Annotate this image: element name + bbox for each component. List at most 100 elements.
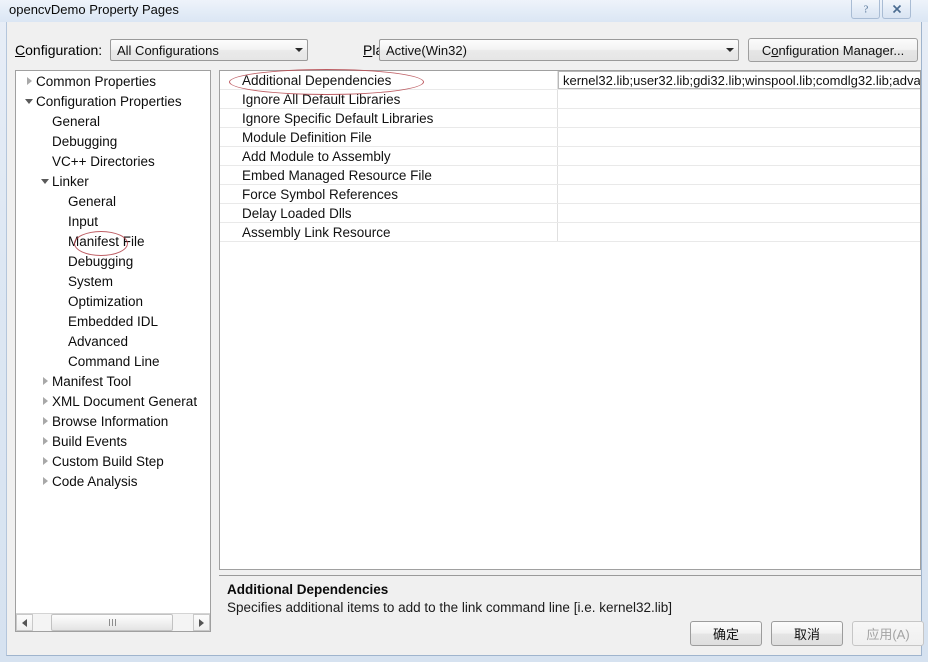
platform-combobox[interactable]: Active(Win32) xyxy=(379,39,739,61)
tree-item-label: Debugging xyxy=(68,253,134,269)
property-value[interactable] xyxy=(558,223,920,241)
tree-item-code-analysis[interactable]: Code Analysis xyxy=(16,471,210,491)
tree-item-label: Manifest File xyxy=(68,233,145,249)
property-value[interactable] xyxy=(558,109,920,127)
property-name[interactable]: Add Module to Assembly xyxy=(220,147,558,165)
tree-item-label: Optimization xyxy=(68,293,144,309)
tree-item-debugging[interactable]: Debugging xyxy=(16,131,210,151)
tree-item-label: Manifest Tool xyxy=(52,373,132,389)
grid-row[interactable]: Force Symbol References xyxy=(220,185,920,204)
chevron-right-icon[interactable] xyxy=(38,457,52,465)
property-name[interactable]: Module Definition File xyxy=(220,128,558,146)
tree-item-label: Custom Build Step xyxy=(52,453,164,469)
grid-row[interactable]: Assembly Link Resource xyxy=(220,223,920,242)
tree-item-general[interactable]: General xyxy=(16,111,210,131)
tree-item-optimization[interactable]: Optimization xyxy=(16,291,210,311)
property-name[interactable]: Assembly Link Resource xyxy=(220,223,558,241)
configuration-bar: Configuration: All Configurations Platfo… xyxy=(7,22,921,70)
tree-item-advanced[interactable]: Advanced xyxy=(16,331,210,351)
tree-item-configuration-properties[interactable]: Configuration Properties xyxy=(16,91,210,111)
cancel-button[interactable]: 取消 xyxy=(771,621,843,646)
property-value[interactable] xyxy=(558,204,920,222)
ok-button[interactable]: 确定 xyxy=(690,621,762,646)
property-name[interactable]: Additional Dependencies xyxy=(220,71,558,89)
question-mark-icon: ? xyxy=(863,5,868,16)
tree-item-label: Configuration Properties xyxy=(36,93,182,109)
configuration-combobox[interactable]: All Configurations xyxy=(110,39,308,61)
configuration-manager-button[interactable]: Configuration Manager... xyxy=(748,38,918,62)
chevron-right-icon[interactable] xyxy=(38,417,52,425)
tree-item-manifest-tool[interactable]: Manifest Tool xyxy=(16,371,210,391)
tree-item-label: VC++ Directories xyxy=(52,153,155,169)
tree-item-label: Common Properties xyxy=(36,73,157,89)
tree-item-label: Browse Information xyxy=(52,413,169,429)
property-value[interactable] xyxy=(558,147,920,165)
property-name[interactable]: Embed Managed Resource File xyxy=(220,166,558,184)
tree-item-debugging[interactable]: Debugging xyxy=(16,251,210,271)
description-title: Additional Dependencies xyxy=(227,582,389,597)
grid-row[interactable]: Ignore All Default Libraries xyxy=(220,90,920,109)
dialog-client-area: Configuration: All Configurations Platfo… xyxy=(6,22,924,656)
property-value[interactable] xyxy=(558,90,920,108)
tree-item-input[interactable]: Input xyxy=(16,211,210,231)
property-pages-dialog: opencvDemo Property Pages ? Configuratio… xyxy=(0,0,928,662)
configuration-manager-label: Configuration Manager... xyxy=(761,42,905,58)
help-button[interactable]: ? xyxy=(851,0,880,19)
grid-row[interactable]: Embed Managed Resource File xyxy=(220,166,920,185)
tree-item-label: System xyxy=(68,273,114,289)
property-value[interactable] xyxy=(558,128,920,146)
grid-row[interactable]: Module Definition File xyxy=(220,128,920,147)
properties-tree[interactable]: Common Properties Configuration Propertie… xyxy=(16,71,210,613)
chevron-down-icon[interactable] xyxy=(721,48,738,52)
tree-item-vc-directories[interactable]: VC++ Directories xyxy=(16,151,210,171)
tree-item-linker[interactable]: Linker xyxy=(16,171,210,191)
tree-item-general[interactable]: General xyxy=(16,191,210,211)
tree-item-common-properties[interactable]: Common Properties xyxy=(16,71,210,91)
property-grid[interactable]: Additional Dependencies kernel32.lib;user… xyxy=(219,70,921,570)
property-name[interactable]: Ignore All Default Libraries xyxy=(220,90,558,108)
tree-item-label: Code Analysis xyxy=(52,473,138,489)
property-name[interactable]: Ignore Specific Default Libraries xyxy=(220,109,558,127)
grid-row[interactable]: Delay Loaded Dlls xyxy=(220,204,920,223)
tree-item-label: XML Document Generat xyxy=(52,393,198,409)
configuration-value: All Configurations xyxy=(117,42,219,58)
grid-row[interactable]: Ignore Specific Default Libraries xyxy=(220,109,920,128)
tree-item-manifest-file[interactable]: Manifest File xyxy=(16,231,210,251)
property-name[interactable]: Delay Loaded Dlls xyxy=(220,204,558,222)
tree-item-xml-document-generat[interactable]: XML Document Generat xyxy=(16,391,210,411)
window-title: opencvDemo Property Pages xyxy=(9,2,179,17)
tree-item-system[interactable]: System xyxy=(16,271,210,291)
tree-item-command-line[interactable]: Command Line xyxy=(16,351,210,371)
apply-button: 应用(A) xyxy=(852,621,924,646)
chevron-right-icon[interactable] xyxy=(38,477,52,485)
tree-item-embedded-idl[interactable]: Embedded IDL xyxy=(16,311,210,331)
chevron-down-icon[interactable] xyxy=(38,178,52,184)
tree-item-label: Linker xyxy=(52,173,89,189)
tree-item-custom-build-step[interactable]: Custom Build Step xyxy=(16,451,210,471)
tree-item-label: General xyxy=(52,113,101,129)
close-button[interactable] xyxy=(882,0,911,19)
svg-text:?: ? xyxy=(863,5,868,16)
tree-item-label: Command Line xyxy=(68,353,160,369)
tree-item-label: Build Events xyxy=(52,433,128,449)
tree-item-browse-information[interactable]: Browse Information xyxy=(16,411,210,431)
tree-item-label: Debugging xyxy=(52,133,118,149)
property-value[interactable]: kernel32.lib;user32.lib;gdi32.lib;winspo… xyxy=(558,71,920,89)
chevron-down-icon[interactable] xyxy=(290,48,307,52)
chevron-right-icon[interactable] xyxy=(38,397,52,405)
tree-item-label: General xyxy=(68,193,117,209)
chevron-down-icon[interactable] xyxy=(22,98,36,104)
chevron-right-icon[interactable] xyxy=(38,377,52,385)
grid-row[interactable]: Additional Dependencies kernel32.lib;user… xyxy=(220,71,920,90)
chevron-right-icon[interactable] xyxy=(38,437,52,445)
property-value[interactable] xyxy=(558,185,920,203)
tree-item-build-events[interactable]: Build Events xyxy=(16,431,210,451)
tree-item-label: Advanced xyxy=(68,333,129,349)
close-icon xyxy=(892,4,901,14)
tree-item-label: Input xyxy=(68,213,99,229)
properties-tree-panel: Common Properties Configuration Propertie… xyxy=(15,70,211,632)
chevron-right-icon[interactable] xyxy=(22,77,36,85)
property-value[interactable] xyxy=(558,166,920,184)
grid-row[interactable]: Add Module to Assembly xyxy=(220,147,920,166)
property-name[interactable]: Force Symbol References xyxy=(220,185,558,203)
